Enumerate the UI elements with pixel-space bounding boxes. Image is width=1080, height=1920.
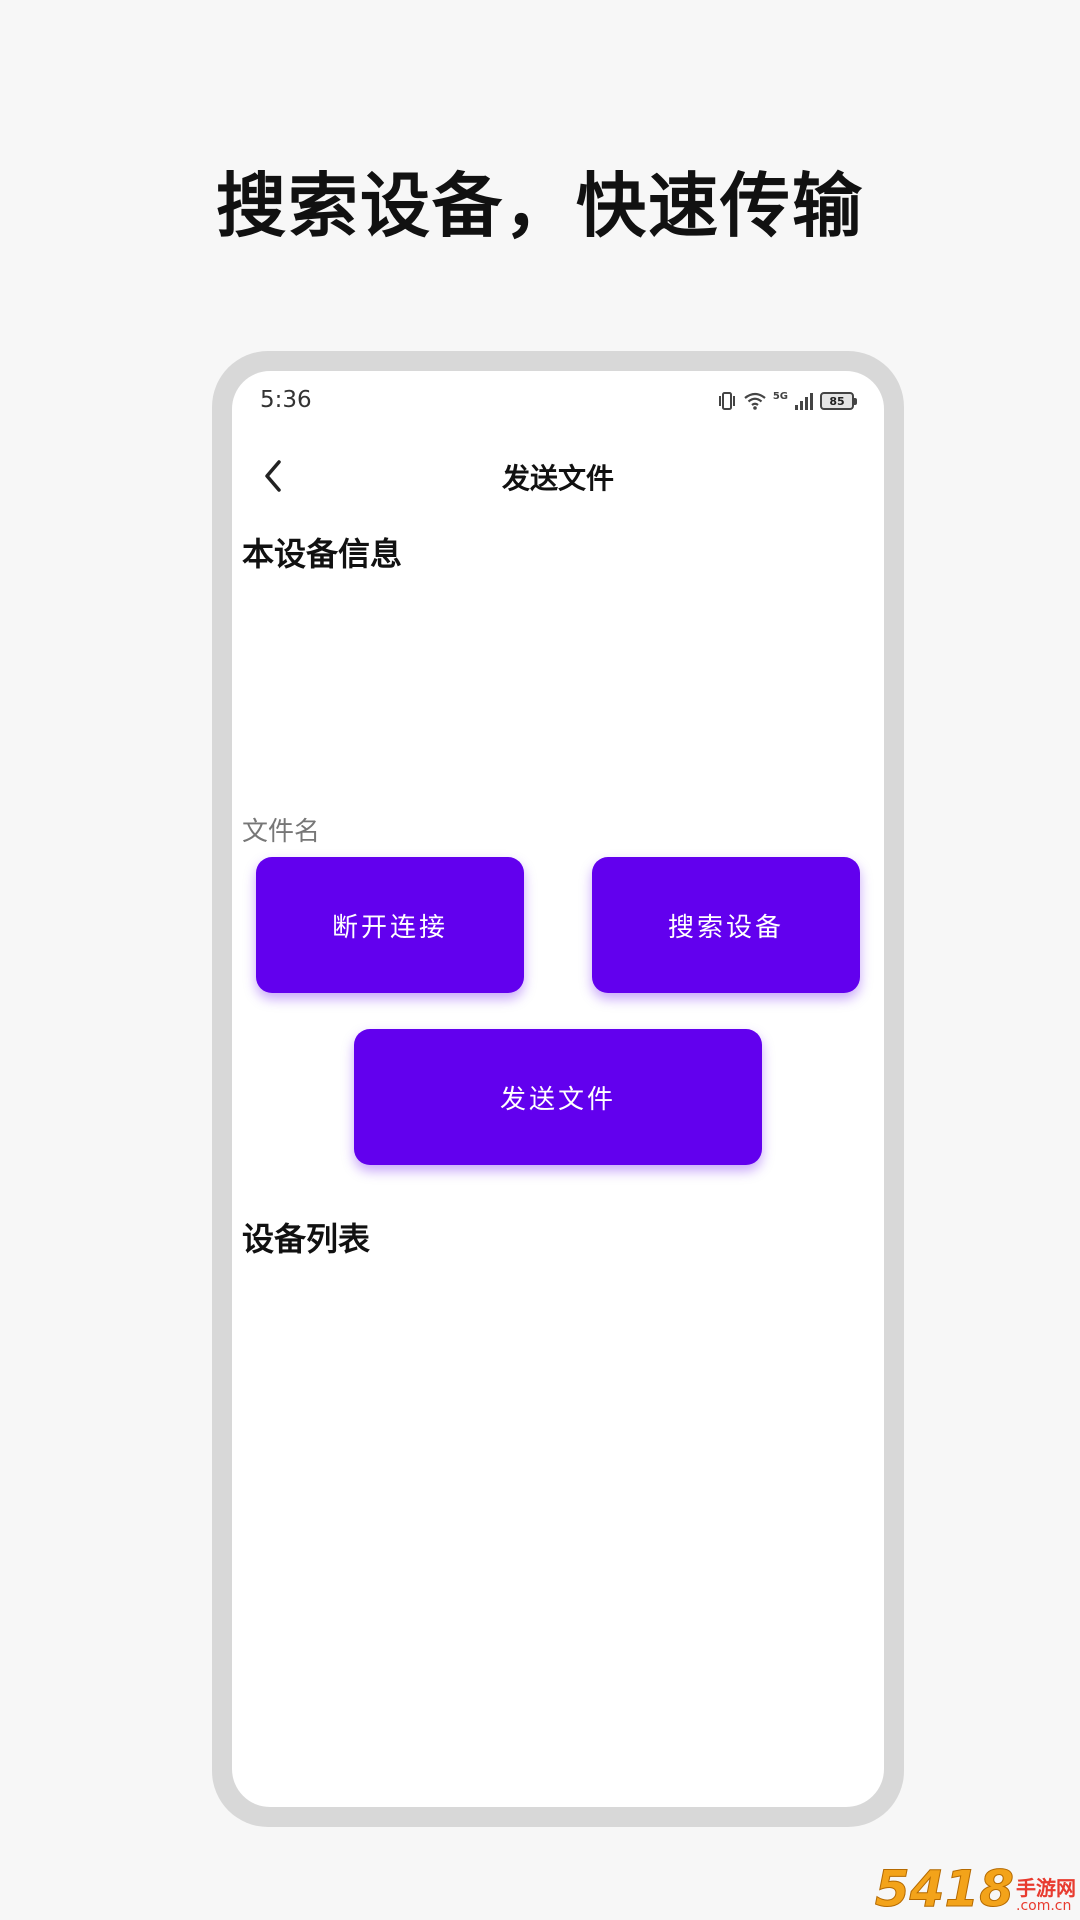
disconnect-button[interactable]: 断开连接 — [256, 857, 524, 993]
toolbar: 发送文件 — [232, 431, 884, 521]
status-time: 5:36 — [260, 387, 312, 413]
signal-icon — [794, 391, 814, 411]
promo-title: 搜索设备，快速传输 — [216, 165, 864, 247]
file-name-label: 文件名 — [242, 817, 321, 847]
send-file-button[interactable]: 发送文件 — [354, 1029, 762, 1165]
watermark-cn: 手游网 — [1016, 1875, 1076, 1900]
status-icons: 5G 85 — [717, 390, 857, 411]
search-device-button[interactable]: 搜索设备 — [592, 857, 860, 993]
watermark-logo: 5418 手游网 .com.cn — [874, 1860, 1076, 1918]
phone-screen: 5:36 5G 85 发送文件 本设备信息 文件名 断开连接 搜索设备 发送文件… — [232, 371, 884, 1807]
vibrate-icon — [717, 391, 737, 411]
watermark-digits: 5418 — [874, 1860, 1014, 1918]
network-5g-label: 5G — [772, 390, 788, 402]
watermark-url: .com.cn — [1016, 1897, 1072, 1914]
status-bar: 5:36 5G 85 — [232, 371, 884, 431]
wifi-icon — [743, 391, 767, 411]
device-info-title: 本设备信息 — [242, 535, 403, 573]
phone-frame: 5:36 5G 85 发送文件 本设备信息 文件名 断开连接 搜索设备 发送文件… — [212, 351, 904, 1827]
device-list-title: 设备列表 — [242, 1220, 371, 1258]
battery-icon: 85 — [820, 392, 857, 410]
page-title: 发送文件 — [501, 462, 614, 495]
